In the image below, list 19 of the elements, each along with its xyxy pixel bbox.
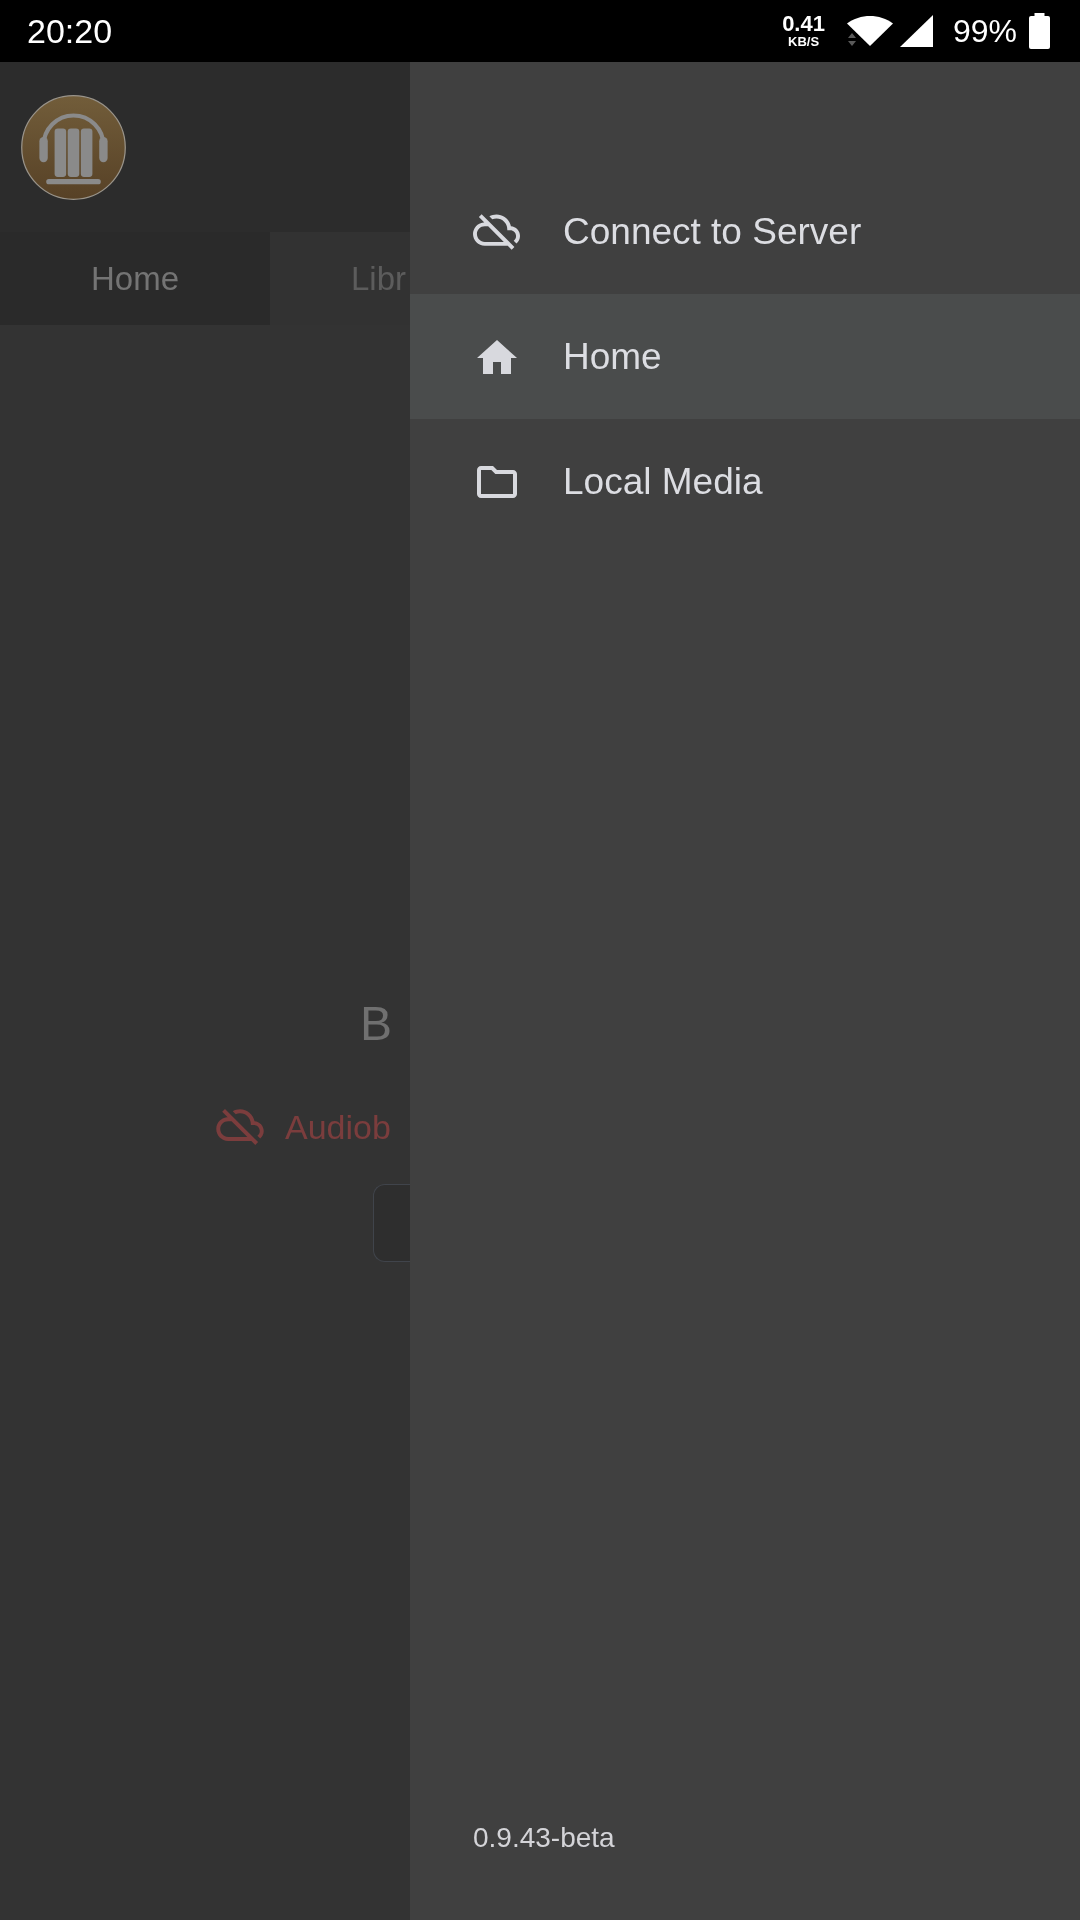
drawer-item-label: Connect to Server: [563, 209, 862, 254]
app-version: 0.9.43-beta: [472, 1821, 616, 1855]
drawer-item[interactable]: Home: [410, 294, 1080, 419]
button[interactable]: [373, 1184, 410, 1262]
wifi-icon: [846, 16, 893, 46]
battery-icon: [1029, 13, 1050, 49]
connection-status: Audiob: [285, 1107, 391, 1148]
signal-icon: [899, 15, 933, 47]
empty-title: B: [360, 996, 392, 1052]
drawer-item-label: Local Media: [563, 459, 763, 504]
clock: 20:20: [27, 11, 113, 51]
drawer-item-label: Home: [563, 334, 662, 379]
home-icon: [476, 339, 517, 374]
network-speed: 0.41: [782, 13, 825, 35]
folder-icon: [476, 465, 517, 498]
cloud-off-icon: [473, 213, 520, 250]
network-speed-unit: KB/S: [788, 35, 820, 49]
battery-level: 99%: [952, 12, 1017, 51]
cloud-off-icon: [216, 1109, 264, 1145]
